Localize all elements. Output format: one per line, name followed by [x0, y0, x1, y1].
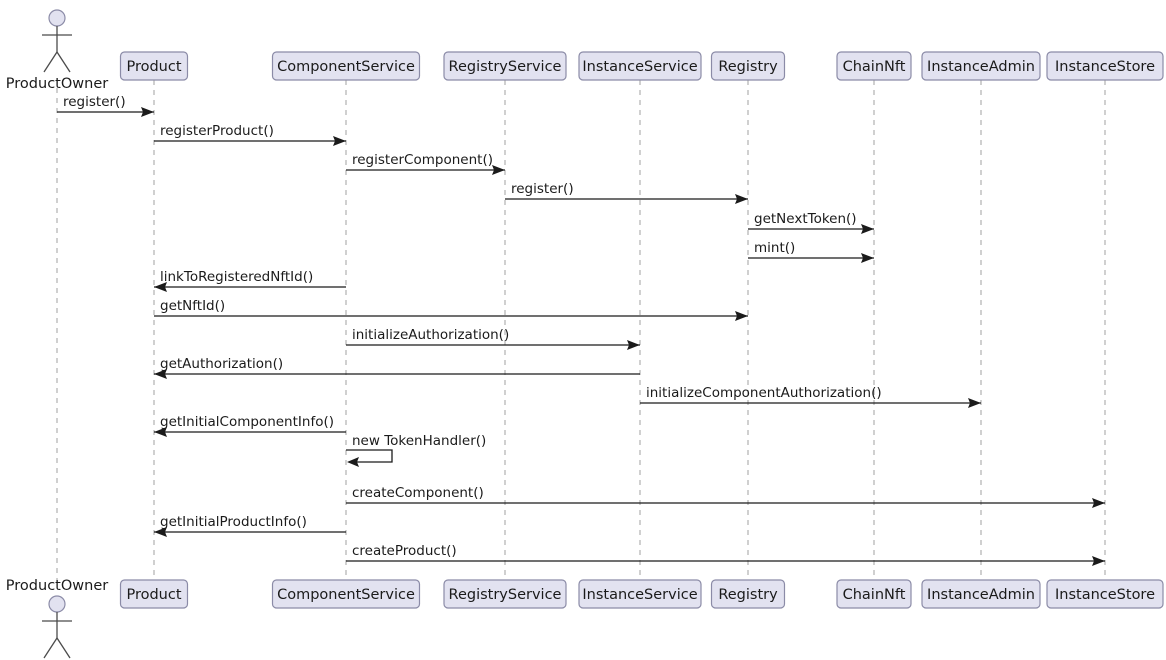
actor-head-icon [48, 9, 66, 27]
participant-label-instanceservice: InstanceService [582, 587, 697, 603]
actor-leg-left [43, 637, 58, 659]
participant-product[interactable]: Product [119, 579, 189, 609]
participant-label-product: Product [126, 587, 181, 603]
participant-componentservice[interactable]: ComponentService [271, 579, 421, 609]
participant-instanceadmin[interactable]: InstanceAdmin [921, 579, 1041, 609]
message-11[interactable]: initializeComponentAuthorization() [640, 385, 981, 408]
participant-componentservice[interactable]: ComponentService [271, 51, 421, 81]
actor-leg-right [56, 637, 71, 659]
participant-instancestore[interactable]: InstanceStore [1046, 51, 1164, 81]
participant-instanceservice[interactable]: InstanceService [578, 579, 702, 609]
participant-product[interactable]: Product [119, 51, 189, 81]
message-2[interactable]: registerProduct() [154, 123, 346, 146]
participant-instancestore[interactable]: InstanceStore [1046, 579, 1164, 609]
message-13[interactable]: new TokenHandler() [346, 433, 486, 467]
participant-label-componentservice: ComponentService [277, 59, 415, 75]
message-3[interactable]: registerComponent() [346, 152, 505, 175]
participant-label-registry: Registry [718, 59, 778, 75]
message-9[interactable]: initializeAuthorization() [346, 327, 640, 350]
participant-instanceadmin[interactable]: InstanceAdmin [921, 51, 1041, 81]
message-label-6: mint() [754, 240, 795, 256]
participant-registry[interactable]: Registry [710, 51, 786, 81]
participant-label-instancestore: InstanceStore [1055, 587, 1155, 603]
message-label-4: register() [511, 181, 574, 197]
message-14[interactable]: createComponent() [346, 485, 1105, 508]
message-8[interactable]: getNftId() [154, 298, 748, 321]
participant-registryservice[interactable]: RegistryService [443, 51, 567, 81]
message-label-12: getInitialComponentInfo() [160, 414, 334, 430]
actor-productowner[interactable]: ProductOwner [6, 578, 108, 659]
message-15[interactable]: getInitialProductInfo() [154, 514, 346, 537]
participant-label-instanceadmin: InstanceAdmin [927, 587, 1035, 603]
message-10[interactable]: getAuthorization() [154, 356, 640, 379]
participant-chainnft[interactable]: ChainNft [836, 579, 912, 609]
message-7[interactable]: linkToRegisteredNftId() [154, 269, 346, 292]
actor-label-productowner: ProductOwner [6, 76, 108, 92]
actor-leg-right [56, 51, 71, 73]
participant-label-chainnft: ChainNft [843, 587, 906, 603]
participant-registryservice[interactable]: RegistryService [443, 579, 567, 609]
message-16[interactable]: createProduct() [346, 543, 1105, 566]
actor-leg-left [43, 51, 58, 73]
participant-label-instanceservice: InstanceService [582, 59, 697, 75]
message-6[interactable]: mint() [748, 240, 874, 263]
participant-label-instancestore: InstanceStore [1055, 59, 1155, 75]
message-label-15: getInitialProductInfo() [160, 514, 307, 530]
participant-label-componentservice: ComponentService [277, 587, 415, 603]
message-label-9: initializeAuthorization() [352, 327, 509, 343]
participant-label-registryservice: RegistryService [449, 59, 562, 75]
message-5[interactable]: getNextToken() [748, 211, 874, 234]
message-label-14: createComponent() [352, 485, 484, 501]
actor-label-productowner: ProductOwner [6, 578, 108, 594]
sequence-diagram-svg: register() registerProduct() registerCompo… [6, 9, 1164, 659]
participant-label-registry: Registry [718, 587, 778, 603]
message-label-7: linkToRegisteredNftId() [160, 269, 313, 285]
participant-instanceservice[interactable]: InstanceService [578, 51, 702, 81]
messages-layer: register() registerProduct() registerCompo… [57, 94, 1105, 566]
message-label-13: new TokenHandler() [352, 433, 486, 449]
message-label-11: initializeComponentAuthorization() [646, 385, 882, 401]
participant-chainnft[interactable]: ChainNft [836, 51, 912, 81]
participant-registry[interactable]: Registry [710, 579, 786, 609]
message-label-16: createProduct() [352, 543, 457, 559]
message-label-8: getNftId() [160, 298, 225, 314]
sequence-diagram-canvas: register() registerProduct() registerCompo… [0, 0, 1166, 660]
message-label-1: register() [63, 94, 126, 110]
participant-label-product: Product [126, 59, 181, 75]
participant-label-chainnft: ChainNft [843, 59, 906, 75]
actor-productowner[interactable]: ProductOwner [6, 9, 108, 92]
message-4[interactable]: register() [505, 181, 748, 204]
message-1[interactable]: register() [57, 94, 154, 117]
message-label-2: registerProduct() [160, 123, 274, 139]
message-label-10: getAuthorization() [160, 356, 283, 372]
message-label-5: getNextToken() [754, 211, 857, 227]
actor-head-icon [48, 595, 66, 613]
participant-label-instanceadmin: InstanceAdmin [927, 59, 1035, 75]
message-12[interactable]: getInitialComponentInfo() [154, 414, 346, 437]
participant-label-registryservice: RegistryService [449, 587, 562, 603]
message-label-3: registerComponent() [352, 152, 493, 168]
lifelines-layer [56, 78, 1106, 582]
